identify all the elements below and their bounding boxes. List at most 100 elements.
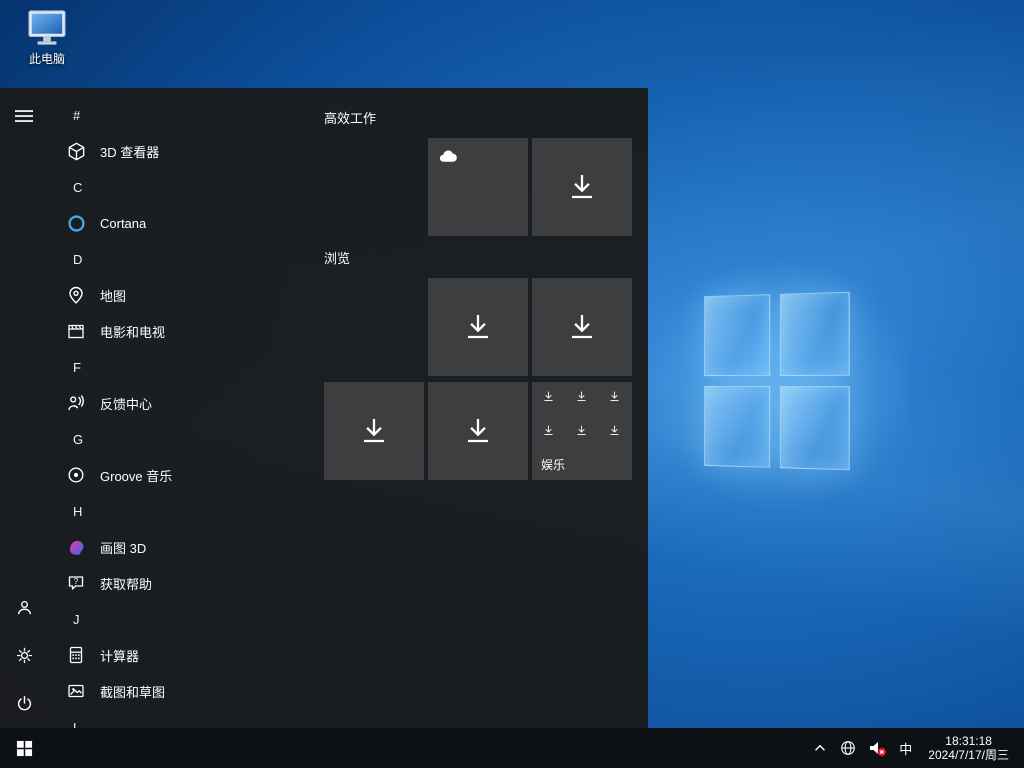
snip-sketch-icon: [64, 679, 88, 703]
logo-pane: [704, 386, 770, 468]
calculator-icon: [64, 643, 88, 667]
app-item-label: 电影和电视: [100, 322, 165, 341]
taskbar-clock[interactable]: 18:31:18 2024/7/17/周三: [919, 734, 1018, 762]
app-list-section-d[interactable]: D: [48, 241, 310, 277]
app-item-movies-tv[interactable]: 电影和电视: [48, 313, 310, 349]
logo-pane: [780, 386, 850, 470]
app-item-paint-3d[interactable]: 画图 3D: [48, 529, 310, 565]
app-item-label: 获取帮助: [100, 574, 152, 593]
tile-pending-download-2[interactable]: [428, 278, 528, 376]
download-icon: [542, 390, 555, 403]
start-menu-rail: [0, 88, 48, 728]
expand-menu-button[interactable]: [0, 92, 48, 140]
windows-logo-icon: [16, 740, 33, 757]
settings-button[interactable]: [0, 631, 48, 679]
section-letter: H: [73, 504, 82, 519]
download-icon: [608, 424, 621, 437]
app-list-section-hash[interactable]: #: [48, 97, 310, 133]
gear-icon: [15, 646, 34, 665]
app-item-label: 3D 查看器: [100, 142, 159, 161]
onedrive-cloud-icon: [437, 146, 460, 165]
section-letter: L: [73, 720, 80, 729]
app-item-label: 截图和草图: [100, 682, 165, 701]
movies-tv-icon: [64, 319, 88, 343]
app-list-section-f[interactable]: F: [48, 349, 310, 385]
tile-folder-label: 娱乐: [541, 456, 565, 473]
app-item-cortana[interactable]: Cortana: [48, 205, 310, 241]
logo-pane: [780, 292, 850, 376]
chevron-up-icon: [811, 739, 829, 757]
tile-pending-download-4[interactable]: [324, 382, 424, 480]
paint-3d-icon: [64, 535, 88, 559]
desktop-screen: 此电脑: [0, 0, 1024, 768]
download-icon: [608, 390, 621, 403]
app-item-label: 画图 3D: [100, 538, 146, 557]
maps-icon: [64, 283, 88, 307]
tile-pending-download-3[interactable]: [532, 278, 632, 376]
app-list-section-h[interactable]: H: [48, 493, 310, 529]
groove-music-icon: [64, 463, 88, 487]
ime-label: 中: [899, 739, 912, 758]
ime-indicator[interactable]: 中: [892, 728, 919, 768]
app-item-calculator[interactable]: 计算器: [48, 637, 310, 673]
desktop-icon-this-pc[interactable]: 此电脑: [10, 8, 84, 67]
tile-group-title-productivity[interactable]: 高效工作: [324, 108, 376, 127]
app-list-section-l[interactable]: L: [48, 709, 310, 728]
section-letter: #: [73, 108, 80, 123]
download-icon: [358, 415, 390, 447]
power-icon: [15, 694, 34, 713]
speaker-muted-icon: [867, 738, 887, 758]
logo-pane: [704, 294, 770, 376]
user-icon: [15, 598, 34, 617]
taskbar: 中 18:31:18 2024/7/17/周三: [0, 728, 1024, 768]
start-app-list: # 3D 查看器 C C: [48, 88, 310, 728]
download-icon: [575, 424, 588, 437]
power-button[interactable]: [0, 679, 48, 727]
app-item-label: 计算器: [100, 646, 139, 665]
hamburger-icon: [14, 106, 34, 126]
clock-time: 18:31:18: [928, 734, 1009, 748]
section-letter: C: [73, 180, 82, 195]
app-list-section-g[interactable]: G: [48, 421, 310, 457]
download-icon: [575, 390, 588, 403]
globe-icon: [839, 739, 857, 757]
app-item-groove-music[interactable]: Groove 音乐: [48, 457, 310, 493]
section-letter: J: [73, 612, 80, 627]
app-item-3d-viewer[interactable]: 3D 查看器: [48, 133, 310, 169]
hidden-icons-button[interactable]: [806, 728, 834, 768]
tile-group-title-browse[interactable]: 浏览: [324, 248, 350, 267]
windows-wallpaper-logo: [704, 292, 850, 471]
app-item-snip-sketch[interactable]: 截图和草图: [48, 673, 310, 709]
app-list-section-c[interactable]: C: [48, 169, 310, 205]
download-icon: [542, 424, 555, 437]
start-menu: # 3D 查看器 C C: [0, 88, 648, 728]
download-icon: [462, 311, 494, 343]
network-status-button[interactable]: [834, 728, 862, 768]
section-letter: F: [73, 360, 81, 375]
download-icon: [566, 311, 598, 343]
desktop-icon-label: 此电脑: [29, 50, 65, 67]
tile-onedrive[interactable]: [428, 138, 528, 236]
this-pc-icon: [24, 8, 70, 48]
feedback-hub-icon: [64, 391, 88, 415]
clock-date: 2024/7/17/周三: [928, 748, 1009, 762]
app-item-maps[interactable]: 地图: [48, 277, 310, 313]
tile-pending-download-5[interactable]: [428, 382, 528, 480]
app-item-get-help[interactable]: ? 获取帮助: [48, 565, 310, 601]
download-icon: [462, 415, 494, 447]
volume-button[interactable]: [862, 728, 892, 768]
app-item-feedback-hub[interactable]: 反馈中心: [48, 385, 310, 421]
app-list-section-j[interactable]: J: [48, 601, 310, 637]
app-item-label: 反馈中心: [100, 394, 152, 413]
app-item-label: 地图: [100, 286, 126, 305]
cortana-icon: [64, 211, 88, 235]
start-button[interactable]: [0, 728, 48, 768]
3d-viewer-icon: [64, 139, 88, 163]
start-tiles: 高效工作 浏览: [310, 88, 648, 728]
tile-pending-download-1[interactable]: [532, 138, 632, 236]
app-item-label: Groove 音乐: [100, 466, 172, 485]
user-account-button[interactable]: [0, 583, 48, 631]
tile-folder-entertainment[interactable]: 娱乐: [532, 382, 632, 480]
download-icon: [566, 171, 598, 203]
svg-text:?: ?: [74, 577, 79, 586]
